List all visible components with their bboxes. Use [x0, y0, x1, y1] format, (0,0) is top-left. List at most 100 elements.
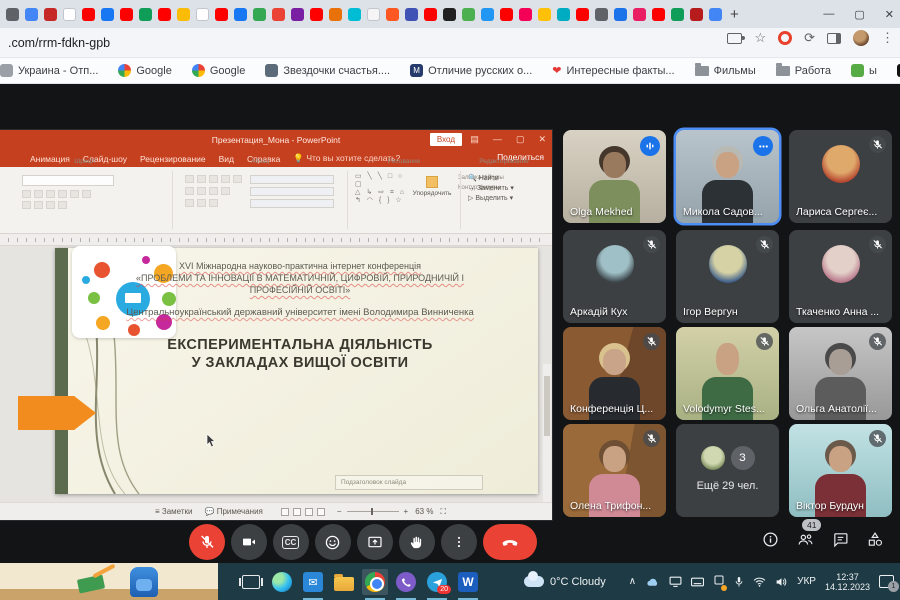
browser-tab[interactable]: [63, 7, 76, 21]
chrome-icon[interactable]: [362, 569, 388, 600]
browser-tab[interactable]: [82, 7, 95, 21]
ppt-font-controls[interactable]: [22, 175, 114, 209]
participant-tile[interactable]: Ткаченко Анна ...: [789, 230, 892, 323]
slide-subtitle-placeholder[interactable]: Подзаголовок слайда: [335, 475, 483, 490]
browser-tab[interactable]: [25, 7, 38, 21]
browser-tab[interactable]: [671, 7, 684, 21]
browser-tab[interactable]: [329, 7, 342, 21]
ppt-notes-button[interactable]: ≡ Заметки: [155, 507, 193, 516]
tray-expand-chevron[interactable]: ∧: [629, 576, 636, 587]
ppt-ribbon-display-icon[interactable]: ▤: [470, 134, 479, 145]
participant-tile[interactable]: З Ещё 29 чел.: [676, 424, 779, 517]
messenger-icon[interactable]: 20: [424, 569, 451, 600]
display-icon[interactable]: [669, 576, 682, 587]
ppt-scrollbar[interactable]: [543, 364, 551, 502]
ppt-paragraph-controls[interactable]: [185, 175, 242, 207]
address-bar[interactable]: .com/rrm-fdkn-gpb: [8, 36, 110, 50]
participant-tile[interactable]: Олена Трифон...: [563, 424, 666, 517]
bookmark-item[interactable]: Украина - Отп...: [0, 64, 98, 77]
ppt-shape-style-controls[interactable]: Заливка фигуры Контур фигуры: [400, 173, 504, 193]
browser-tab[interactable]: [44, 7, 57, 21]
clock[interactable]: 12:37 14.12.2023: [825, 572, 870, 592]
volume-icon[interactable]: [775, 576, 788, 588]
bookmark-item[interactable]: ы: [851, 64, 877, 77]
mic-off-button[interactable]: [188, 524, 225, 560]
browser-tab[interactable]: [633, 7, 646, 21]
ppt-signin-button[interactable]: Вход: [429, 133, 462, 146]
browser-tab[interactable]: [481, 7, 494, 21]
microphone-icon[interactable]: [734, 576, 744, 588]
browser-tab[interactable]: [6, 7, 19, 21]
close-button[interactable]: ✕: [885, 8, 894, 21]
browser-tab[interactable]: [196, 7, 209, 21]
browser-tab[interactable]: [158, 7, 171, 21]
end-call-button[interactable]: [482, 524, 537, 560]
participant-tile[interactable]: Ігор Вергун: [676, 230, 779, 323]
safely-remove-icon[interactable]: [713, 573, 728, 591]
browser-menu-icon[interactable]: ⋮: [881, 30, 894, 46]
browser-tab[interactable]: [348, 7, 361, 21]
browser-tab[interactable]: [424, 7, 437, 21]
browser-tab[interactable]: [120, 7, 133, 21]
browser-tab[interactable]: [652, 7, 665, 21]
participant-tile[interactable]: Віктор Бурдун: [789, 424, 892, 517]
browser-tab[interactable]: [595, 7, 608, 21]
activities-button[interactable]: [866, 531, 884, 553]
present-button[interactable]: [356, 524, 393, 560]
chat-button[interactable]: [832, 531, 849, 553]
browser-tab[interactable]: [272, 7, 285, 21]
browser-tab[interactable]: [443, 7, 456, 21]
participant-tile[interactable]: Ольга Анатолії...: [789, 327, 892, 420]
bookmark-item[interactable]: Google: [191, 64, 245, 77]
bookmark-item[interactable]: ❤ Интересные факты...: [552, 64, 674, 78]
keyboard-icon[interactable]: [691, 577, 705, 587]
minimize-button[interactable]: —: [823, 8, 834, 20]
browser-tab[interactable]: [557, 7, 570, 21]
participant-tile[interactable]: Микола Садов...: [676, 130, 779, 223]
participant-tile[interactable]: Аркадій Кух: [563, 230, 666, 323]
search-highlight-widget[interactable]: [0, 563, 218, 600]
profile-avatar[interactable]: [853, 30, 869, 46]
ppt-zoom-slider[interactable]: [346, 508, 399, 515]
camera-button[interactable]: [230, 524, 267, 560]
participant-tile[interactable]: Конференція Ц...: [563, 327, 666, 420]
ppt-editing-controls[interactable]: 🔍 Найти ↔ Заменить ▾ ▷ Выделить ▾: [468, 174, 514, 204]
ppt-comments-button[interactable]: 💬 Примечания: [205, 507, 263, 516]
action-center-icon[interactable]: 1: [879, 575, 899, 592]
extension-o-icon[interactable]: [778, 31, 793, 45]
bookmark-item[interactable]: Google: [118, 64, 172, 77]
ppt-maximize-button[interactable]: ▢: [516, 134, 525, 145]
ppt-view-buttons[interactable]: [280, 507, 329, 516]
browser-tab[interactable]: [215, 7, 228, 21]
browser-tab[interactable]: [234, 7, 247, 21]
ppt-zoom-level[interactable]: 63 %: [415, 507, 433, 516]
weather-widget[interactable]: 0°C Cloudy: [524, 571, 606, 588]
bookmark-star-icon[interactable]: ☆: [754, 30, 766, 46]
bookmark-item[interactable]: Работа: [775, 62, 831, 77]
ppt-minimize-button[interactable]: —: [493, 134, 502, 145]
mail-icon[interactable]: ✉: [300, 569, 326, 600]
more-options-button[interactable]: [440, 524, 477, 560]
browser-tab[interactable]: [139, 7, 152, 21]
extensions-icon[interactable]: ⟳: [804, 30, 815, 46]
browser-tab[interactable]: [310, 7, 323, 21]
browser-tab[interactable]: [709, 7, 722, 21]
info-button[interactable]: [762, 531, 779, 553]
onedrive-icon[interactable]: [645, 577, 660, 587]
browser-tab[interactable]: [291, 7, 304, 21]
file-explorer-icon[interactable]: [331, 569, 357, 595]
captions-button[interactable]: CC: [272, 524, 309, 560]
viber-icon[interactable]: [393, 569, 419, 600]
edge-icon[interactable]: [269, 569, 295, 595]
network-icon[interactable]: [753, 576, 766, 587]
side-panel-icon[interactable]: [827, 32, 841, 44]
maximize-button[interactable]: ▢: [854, 8, 864, 21]
browser-tab[interactable]: [253, 7, 266, 21]
ppt-text-direction-controls[interactable]: [250, 175, 340, 208]
tile-more-badge[interactable]: [753, 136, 773, 156]
ppt-zoom-in[interactable]: +: [404, 507, 409, 516]
participant-tile[interactable]: Лариса Сергеє...: [789, 130, 892, 223]
browser-tab[interactable]: [101, 7, 114, 21]
browser-tab[interactable]: [462, 7, 475, 21]
reactions-button[interactable]: [314, 524, 351, 560]
